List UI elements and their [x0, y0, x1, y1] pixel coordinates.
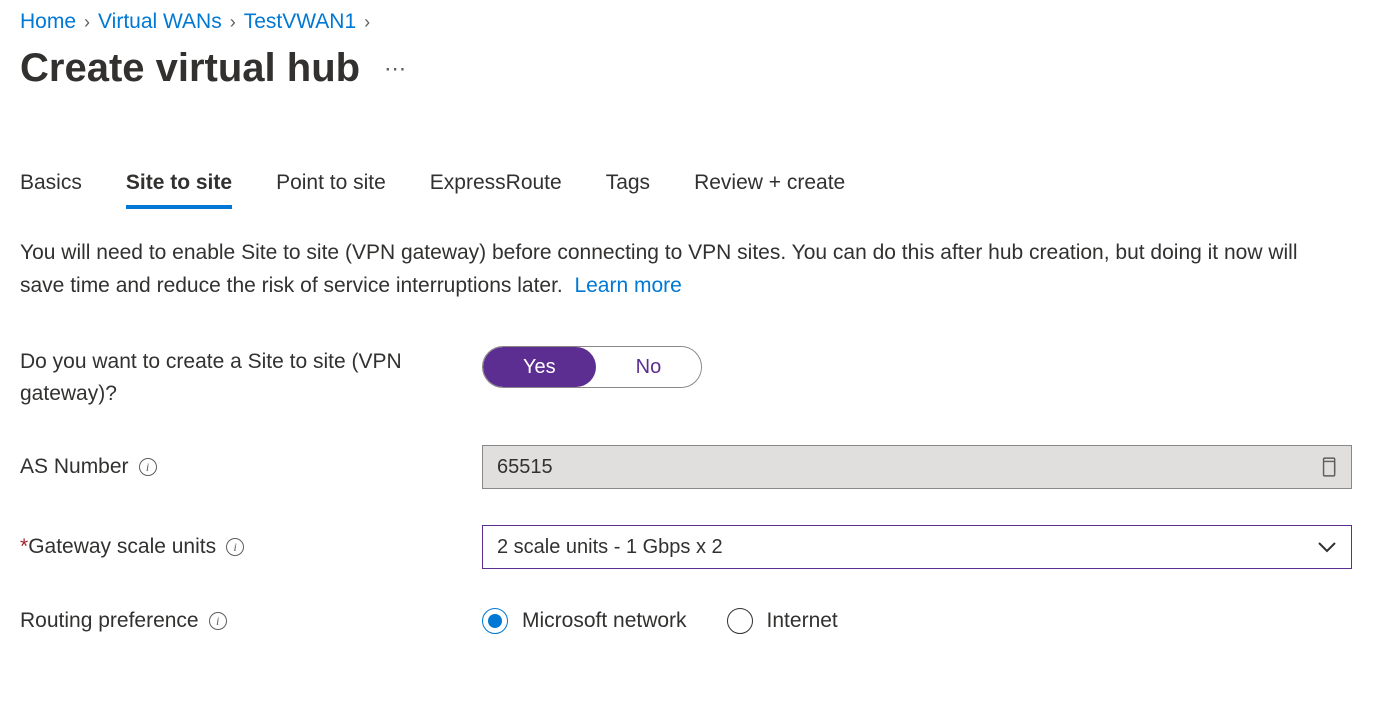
- radio-label-ms: Microsoft network: [522, 609, 687, 633]
- tabs: Basics Site to site Point to site Expres…: [20, 171, 1365, 209]
- create-gateway-toggle[interactable]: Yes No: [482, 346, 702, 388]
- gsu-select[interactable]: 2 scale units - 1 Gbps x 2: [482, 525, 1352, 569]
- gsu-value: 2 scale units - 1 Gbps x 2: [497, 536, 723, 559]
- copy-icon[interactable]: [1319, 457, 1337, 477]
- form-row-gateway-scale-units: *Gateway scale units i 2 scale units - 1…: [20, 525, 1365, 569]
- more-icon[interactable]: ⋯: [384, 56, 407, 82]
- toggle-yes[interactable]: Yes: [483, 347, 596, 387]
- tab-tags[interactable]: Tags: [606, 171, 650, 209]
- info-icon[interactable]: i: [209, 612, 227, 630]
- breadcrumb-home[interactable]: Home: [20, 10, 76, 34]
- chevron-right-icon: ›: [230, 12, 236, 33]
- form-row-create-gateway: Do you want to create a Site to site (VP…: [20, 346, 1365, 409]
- chevron-down-icon: [1317, 541, 1337, 553]
- radio-microsoft-network[interactable]: Microsoft network: [482, 608, 687, 634]
- radio-circle-icon: [727, 608, 753, 634]
- tab-site-to-site[interactable]: Site to site: [126, 171, 232, 209]
- create-gateway-label: Do you want to create a Site to site (VP…: [20, 346, 482, 409]
- toggle-no[interactable]: No: [596, 347, 702, 387]
- learn-more-link[interactable]: Learn more: [574, 274, 681, 297]
- routing-radio-group: Microsoft network Internet: [482, 608, 1352, 634]
- info-icon[interactable]: i: [226, 538, 244, 556]
- info-icon[interactable]: i: [139, 458, 157, 476]
- chevron-right-icon: ›: [364, 12, 370, 33]
- gsu-label-text: Gateway scale units: [28, 535, 216, 558]
- gsu-label: *Gateway scale units i: [20, 531, 482, 563]
- routing-label: Routing preference i: [20, 605, 482, 637]
- routing-label-text: Routing preference: [20, 605, 199, 637]
- radio-label-internet: Internet: [767, 609, 838, 633]
- tab-point-to-site[interactable]: Point to site: [276, 171, 386, 209]
- tab-description: You will need to enable Site to site (VP…: [20, 237, 1340, 302]
- breadcrumb-virtual-wans[interactable]: Virtual WANs: [98, 10, 222, 34]
- title-row: Create virtual hub ⋯: [20, 46, 1365, 91]
- page-title: Create virtual hub: [20, 46, 360, 91]
- asn-input: 65515: [482, 445, 1352, 489]
- radio-internet[interactable]: Internet: [727, 608, 838, 634]
- chevron-right-icon: ›: [84, 12, 90, 33]
- form-row-routing-preference: Routing preference i Microsoft network I…: [20, 605, 1365, 637]
- breadcrumb-resource-name[interactable]: TestVWAN1: [244, 10, 356, 34]
- tab-expressroute[interactable]: ExpressRoute: [430, 171, 562, 209]
- radio-circle-icon: [482, 608, 508, 634]
- tab-review-create[interactable]: Review + create: [694, 171, 845, 209]
- asn-label-text: AS Number: [20, 451, 129, 483]
- asn-label: AS Number i: [20, 451, 482, 483]
- required-indicator: *: [20, 535, 28, 558]
- asn-value: 65515: [497, 456, 553, 479]
- tab-basics[interactable]: Basics: [20, 171, 82, 209]
- form-row-asn: AS Number i 65515: [20, 445, 1365, 489]
- breadcrumb: Home › Virtual WANs › TestVWAN1 ›: [20, 10, 1365, 34]
